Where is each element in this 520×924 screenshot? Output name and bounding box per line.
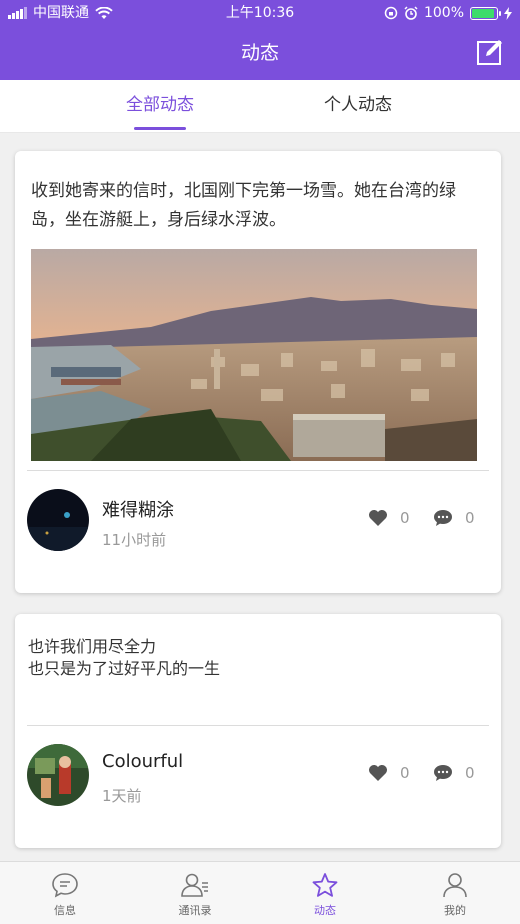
tab-active-indicator: [134, 127, 186, 130]
avatar[interactable]: [27, 744, 89, 806]
nav-profile[interactable]: 我的: [390, 862, 520, 924]
post-text-line: 也许我们用尽全力: [28, 637, 157, 656]
contacts-icon: [181, 873, 208, 897]
battery-percent: 100%: [423, 5, 464, 21]
comment-count: 0: [465, 764, 475, 782]
comment-stat[interactable]: 0: [433, 764, 475, 782]
post-card[interactable]: 收到她寄来的信时，北国刚下完第一场雪。她在台湾的绿岛，坐在游艇上，身后绿水浮波。: [15, 151, 501, 593]
page-title: 动态: [240, 42, 279, 64]
like-count: 0: [400, 764, 410, 782]
post-text-line: 也只是为了过好平凡的一生: [28, 659, 221, 678]
charging-icon: [504, 6, 512, 20]
like-stat[interactable]: 0: [368, 764, 410, 782]
like-count: 0: [400, 509, 410, 527]
alarm-icon: [404, 6, 418, 20]
heart-icon: [369, 765, 387, 781]
avatar-image: [27, 744, 89, 806]
comment-icon: [434, 765, 452, 781]
edit-icon: [477, 40, 502, 65]
nav-contacts-label: 通讯录: [178, 904, 212, 917]
comment-count: 0: [465, 509, 475, 527]
comment-icon: [434, 510, 452, 526]
chat-bubble-icon: [52, 873, 78, 898]
post-time: 1天前: [102, 787, 142, 805]
heart-icon: [369, 510, 387, 526]
tab-my-posts-label: 个人动态: [324, 95, 392, 115]
author-name[interactable]: 难得糊涂: [102, 496, 174, 522]
rotation-lock-icon: [384, 6, 398, 20]
comment-stat[interactable]: 0: [433, 509, 475, 527]
tab-my-posts[interactable]: 个人动态: [278, 80, 438, 132]
nav-contacts[interactable]: 通讯录: [130, 862, 260, 924]
nav-messages-label: 信息: [54, 904, 76, 917]
status-bar: 中国联通 上午10:36 100%: [0, 0, 520, 26]
author-name[interactable]: Colourful: [102, 751, 183, 772]
city-landscape-photo: [31, 249, 477, 461]
tab-all-posts-label: 全部动态: [126, 95, 194, 115]
post-image[interactable]: [31, 249, 477, 461]
battery-icon: [470, 6, 501, 20]
edit-button[interactable]: [476, 38, 504, 66]
top-bar: 中国联通 上午10:36 100% 动态: [0, 0, 520, 80]
tab-all-posts[interactable]: 全部动态: [80, 80, 240, 132]
divider: [27, 725, 489, 726]
nav-feed[interactable]: 动态: [260, 862, 390, 924]
person-icon: [443, 873, 467, 898]
tab-bar: 全部动态 个人动态: [0, 80, 520, 133]
divider: [27, 470, 489, 471]
post-text: 收到她寄来的信时，北国刚下完第一场雪。她在台湾的绿岛，坐在游艇上，身后绿水浮波。: [31, 181, 456, 230]
nav-profile-label: 我的: [444, 904, 466, 917]
nav-messages[interactable]: 信息: [0, 862, 130, 924]
bottom-nav: 信息 通讯录 动态 我的: [0, 861, 520, 924]
post-time: 11小时前: [102, 531, 167, 549]
post-card[interactable]: 也许我们用尽全力 也只是为了过好平凡的一生 Colourful 1天前 0 0: [15, 614, 501, 848]
nav-feed-label: 动态: [314, 904, 336, 917]
star-icon: [312, 873, 338, 897]
like-stat[interactable]: 0: [368, 509, 410, 527]
avatar[interactable]: [27, 489, 89, 551]
avatar-image: [27, 489, 89, 551]
